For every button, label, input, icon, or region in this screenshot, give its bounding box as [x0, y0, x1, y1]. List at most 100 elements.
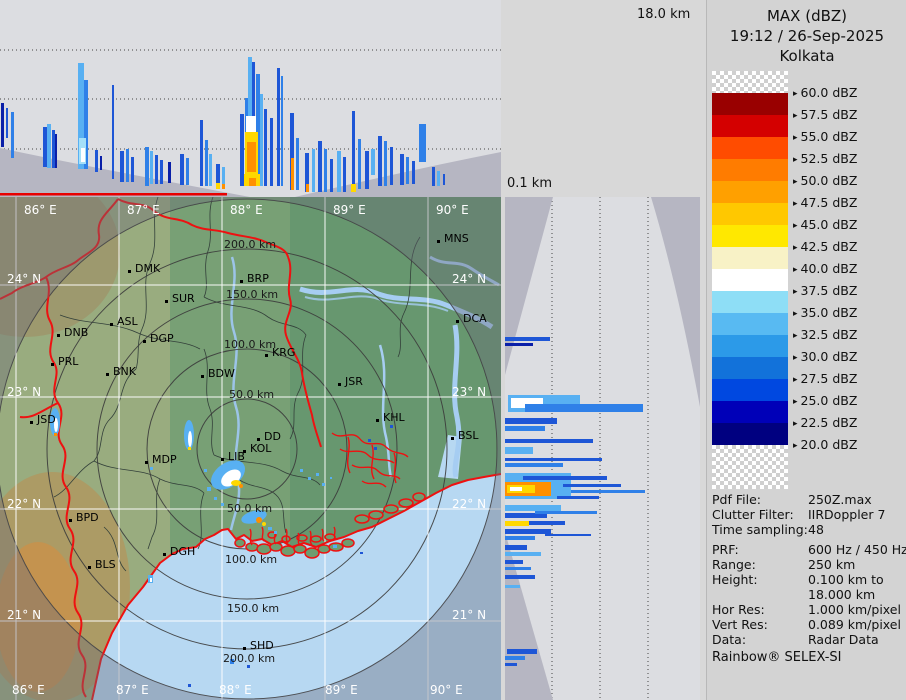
metadata-label: Data: [712, 632, 747, 647]
dbz-scale-label: ▸ 35.0 dBZ [793, 305, 858, 320]
dbz-scale-label: ▸ 60.0 dBZ [793, 85, 858, 100]
dbz-scale-label: ▸ 55.0 dBZ [793, 129, 858, 144]
dbz-scale-label: ▸ 27.5 dBZ [793, 371, 858, 386]
metadata-row: PRF: 600 Hz / 450 Hz [712, 542, 906, 557]
dbz-band [712, 115, 788, 137]
metadata-value: Radar Data [808, 632, 879, 647]
dbz-scale-label: ▸ 57.5 dBZ [793, 107, 858, 122]
metadata-value: IIRDoppler 7 [808, 507, 886, 522]
metadata-row: Data: Radar Data [712, 632, 905, 647]
dbz-scale-label: ▸ 20.0 dBZ [793, 437, 858, 452]
metadata-value: 250Z.max [808, 492, 872, 507]
dbz-scale-label: ▸ 37.5 dBZ [793, 283, 858, 298]
dbz-scale-label: ▸ 42.5 dBZ [793, 239, 858, 254]
metadata-value: 1.000 km/pixel [808, 602, 901, 617]
metadata-label: Hor Res: [712, 602, 765, 617]
dbz-band [712, 269, 788, 291]
ew-height-profile-panel[interactable] [0, 0, 501, 197]
height-axis-max-label: 18.0 km [637, 7, 691, 22]
map-canvas [0, 167, 502, 700]
scale-tick-icon: ▸ [793, 419, 798, 429]
scale-tick-icon: ▸ [793, 441, 798, 451]
scale-tick-icon: ▸ [793, 243, 798, 253]
product-title: MAX (dBZ) [766, 7, 848, 25]
metadata-value: 250 km [808, 557, 856, 572]
dbz-band [712, 159, 788, 181]
dbz-scale-label: ▸ 30.0 dBZ [793, 349, 858, 364]
metadata-value: 18.000 km [808, 587, 876, 602]
metadata-row: 18.000 km [712, 587, 905, 602]
dbz-scale-label: ▸ 47.5 dBZ [793, 195, 858, 210]
dbz-band [712, 137, 788, 159]
scale-tick-icon: ▸ [793, 177, 798, 187]
dbz-band [712, 313, 788, 335]
legend-panel: MAX (dBZ) 19:12 / 26-Sep-2025 Kolkata ▸ 6… [706, 0, 906, 700]
metadata-row: Range: 250 km [712, 557, 905, 572]
scale-tick-icon: ▸ [793, 397, 798, 407]
scan-timestamp: 19:12 / 26-Sep-2025 [729, 27, 885, 45]
dbz-band [712, 401, 788, 423]
metadata-row: Pdf File: 250Z.max [712, 492, 905, 507]
dbz-scale-label: ▸ 40.0 dBZ [793, 261, 858, 276]
dbz-band [712, 291, 788, 313]
dbz-band [712, 335, 788, 357]
scale-tick-icon: ▸ [793, 265, 798, 275]
dbz-band [712, 203, 788, 225]
metadata-row: Height: 0.100 km to [712, 572, 905, 587]
brand-footer: Rainbow® SELEX-SI [712, 650, 842, 665]
dbz-band [712, 71, 788, 93]
dbz-band [712, 445, 788, 489]
ew-profile-canvas [0, 0, 501, 197]
dbz-color-scale [712, 71, 788, 489]
metadata-label: Range: [712, 557, 756, 572]
metadata-block: Pdf File: 250Z.max Clutter Filter: IIRDoppl… [712, 492, 906, 647]
scale-tick-icon: ▸ [793, 89, 798, 99]
dbz-band [712, 181, 788, 203]
scale-tick-icon: ▸ [793, 309, 798, 319]
metadata-label [712, 587, 808, 602]
metadata-row: Hor Res: 1.000 km/pixel [712, 602, 905, 617]
scale-tick-icon: ▸ [793, 375, 798, 385]
scale-tick-icon: ▸ [793, 353, 798, 363]
metadata-row: Clutter Filter: IIRDoppler 7 [712, 507, 905, 522]
metadata-value: 0.089 km/pixel [808, 617, 901, 632]
dbz-band [712, 247, 788, 269]
scale-tick-icon: ▸ [793, 155, 798, 165]
ns-height-profile-panel[interactable] [505, 197, 700, 700]
metadata-label: PRF: [712, 542, 739, 557]
dbz-scale-label: ▸ 32.5 dBZ [793, 327, 858, 342]
metadata-row: Vert Res: 0.089 km/pixel [712, 617, 905, 632]
height-axis-min-label: 0.1 km [507, 176, 552, 191]
dbz-scale-label: ▸ 50.0 dBZ [793, 173, 858, 188]
metadata-value: 600 Hz / 450 Hz [808, 542, 906, 557]
scale-tick-icon: ▸ [793, 221, 798, 231]
ppi-map-panel[interactable]: DMK BRP MNS SUR DNB ASL DGP KRG PRL BNK BDW JSR DCA K… [0, 167, 502, 700]
radar-site-name: Kolkata [779, 47, 835, 65]
ns-profile-canvas [505, 197, 700, 700]
radar-display-window: 18.0 km 0.1 km DMK BRP MNS SUR DNB ASL D… [0, 0, 906, 700]
scale-tick-icon: ▸ [793, 133, 798, 143]
dbz-scale-label: ▸ 22.5 dBZ [793, 415, 858, 430]
dbz-band [712, 225, 788, 247]
boundary-projection-line [0, 193, 227, 196]
scale-tick-icon: ▸ [793, 111, 798, 121]
metadata-label: Vert Res: [712, 617, 768, 632]
dbz-band [712, 379, 788, 401]
scale-tick-icon: ▸ [793, 287, 798, 297]
metadata-label: Pdf File: [712, 492, 761, 507]
dbz-scale-labels: ▸ 60.0 dBZ ▸ 57.5 dBZ ▸ 55.0 dBZ ▸ 52.5 dBZ ▸ 50.… [793, 71, 905, 511]
dbz-band [712, 423, 788, 445]
metadata-value: 48 [808, 522, 824, 537]
scale-tick-icon: ▸ [793, 331, 798, 341]
metadata-row: Time sampling: 48 [712, 522, 905, 537]
scale-tick-icon: ▸ [793, 199, 798, 209]
metadata-label: Height: [712, 572, 758, 587]
dbz-scale-label: ▸ 52.5 dBZ [793, 151, 858, 166]
dbz-band [712, 93, 788, 115]
dbz-scale-label: ▸ 25.0 dBZ [793, 393, 858, 408]
metadata-label: Clutter Filter: [712, 507, 794, 522]
metadata-value: 0.100 km to [808, 572, 884, 587]
dbz-scale-label: ▸ 45.0 dBZ [793, 217, 858, 232]
metadata-label: Time sampling: [712, 522, 808, 537]
dbz-band [712, 357, 788, 379]
